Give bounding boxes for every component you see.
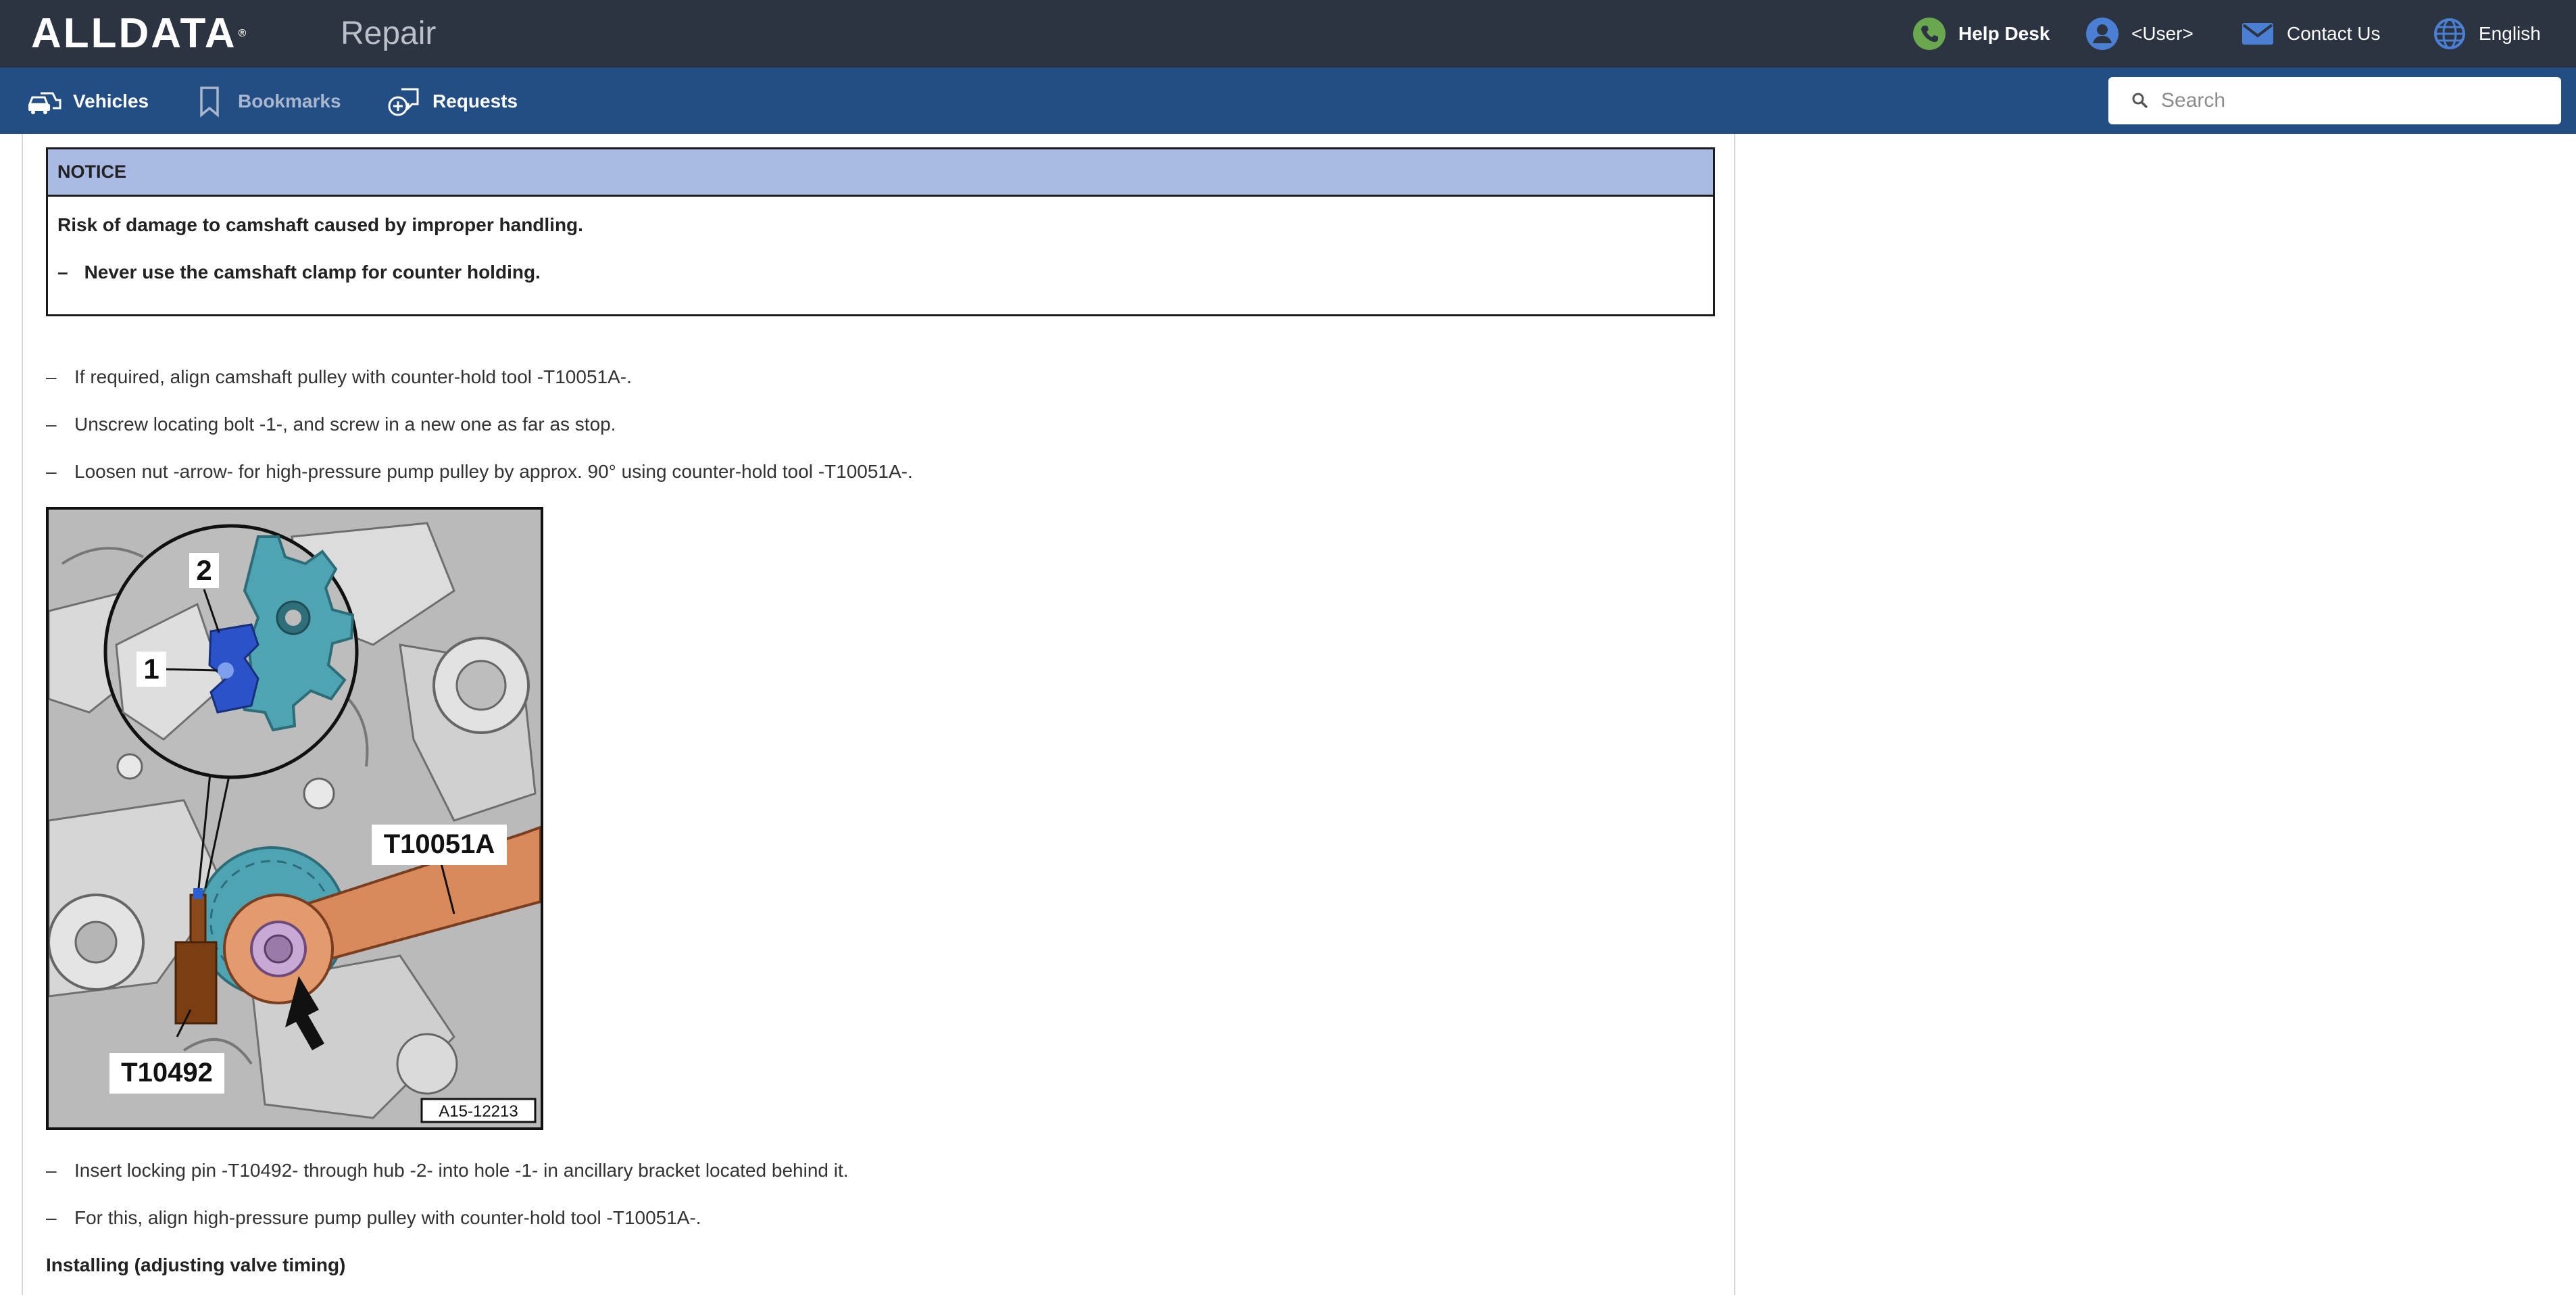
step-dash: – bbox=[46, 1207, 57, 1228]
section-heading: Installing (adjusting valve timing) bbox=[46, 1254, 346, 1275]
step-dash: – bbox=[46, 414, 57, 435]
help-desk-link[interactable]: Help Desk bbox=[1912, 15, 2050, 53]
nav-requests-label: Requests bbox=[432, 91, 518, 112]
step-4-text: Insert locking pin -T10492- through hub … bbox=[74, 1160, 849, 1181]
logo-registered-mark: ® bbox=[238, 28, 249, 39]
label-1: 1 bbox=[143, 653, 159, 685]
logo-text: ALLDATA bbox=[31, 10, 237, 57]
notice-line-2-text: Never use the camshaft clamp for counter… bbox=[84, 262, 541, 283]
bookmark-icon bbox=[192, 84, 227, 119]
nav-vehicles-label: Vehicles bbox=[73, 91, 149, 112]
user-circle-icon bbox=[2085, 17, 2119, 51]
step-3: – Loosen nut -arrow- for high-pressure pu… bbox=[46, 460, 913, 484]
document-content[interactable]: NOTICE Risk of damage to camshaft caused… bbox=[22, 134, 1735, 1295]
contact-us-label: Contact Us bbox=[2287, 23, 2381, 44]
step-2: – Unscrew locating bolt -1-, and screw in… bbox=[46, 412, 616, 437]
nav-requests[interactable]: Requests bbox=[387, 84, 518, 119]
step-4: – Insert locking pin -T10492- through hub… bbox=[46, 1158, 849, 1183]
notice-dash: – bbox=[57, 262, 68, 283]
label-2: 2 bbox=[196, 554, 212, 586]
notice-body: Risk of damage to camshaft caused by imp… bbox=[48, 197, 1713, 324]
search-input[interactable] bbox=[2161, 89, 2540, 112]
vehicles-icon bbox=[27, 84, 62, 119]
search-icon bbox=[2130, 91, 2150, 111]
notice-box: NOTICE Risk of damage to camshaft caused… bbox=[46, 147, 1715, 316]
engine-illustration: 2 1 T10051A T10492 A15-12213 bbox=[46, 507, 543, 1130]
search-box bbox=[2108, 77, 2561, 124]
app-name: Repair bbox=[341, 16, 437, 51]
label-tool-t10492: T10492 bbox=[121, 1058, 213, 1088]
nav-vehicles[interactable]: Vehicles bbox=[27, 84, 149, 119]
step-5: – For this, align high-pressure pump pull… bbox=[46, 1206, 701, 1230]
notice-title: NOTICE bbox=[48, 149, 1713, 197]
notice-line-1: Risk of damage to camshaft caused by imp… bbox=[57, 214, 583, 235]
user-menu[interactable]: <User> bbox=[2085, 15, 2194, 53]
contact-us-link[interactable]: Contact Us bbox=[2241, 15, 2381, 53]
step-5-text: For this, align high-pressure pump pulle… bbox=[74, 1207, 701, 1228]
language-selector[interactable]: English bbox=[2433, 15, 2541, 53]
globe-icon bbox=[2433, 17, 2467, 51]
step-3-text: Loosen nut -arrow- for high-pressure pum… bbox=[74, 461, 913, 482]
step-dash: – bbox=[46, 366, 57, 387]
nav-bookmarks-label: Bookmarks bbox=[238, 91, 341, 112]
notice-line-2: – Never use the camshaft clamp for counte… bbox=[57, 260, 1704, 285]
top-bar: ALLDATA ® Repair Help Desk <User> Contac… bbox=[0, 0, 2576, 68]
mail-icon bbox=[2241, 17, 2275, 51]
figure-id-label: A15-12213 bbox=[439, 1102, 518, 1121]
step-2-text: Unscrew locating bolt -1-, and screw in … bbox=[74, 414, 616, 435]
language-label: English bbox=[2479, 23, 2541, 44]
phone-icon bbox=[1912, 17, 1946, 51]
step-1-text: If required, align camshaft pulley with … bbox=[74, 366, 632, 387]
requests-icon bbox=[387, 84, 422, 119]
nav-bookmarks[interactable]: Bookmarks bbox=[192, 84, 341, 119]
step-dash: – bbox=[46, 1160, 57, 1181]
step-1: – If required, align camshaft pulley with… bbox=[46, 365, 632, 389]
user-label: <User> bbox=[2131, 23, 2194, 44]
alldata-logo[interactable]: ALLDATA ® bbox=[31, 12, 248, 55]
step-dash: – bbox=[46, 461, 57, 482]
help-desk-label: Help Desk bbox=[1958, 23, 2050, 44]
label-tool-t10051a: T10051A bbox=[384, 829, 495, 859]
